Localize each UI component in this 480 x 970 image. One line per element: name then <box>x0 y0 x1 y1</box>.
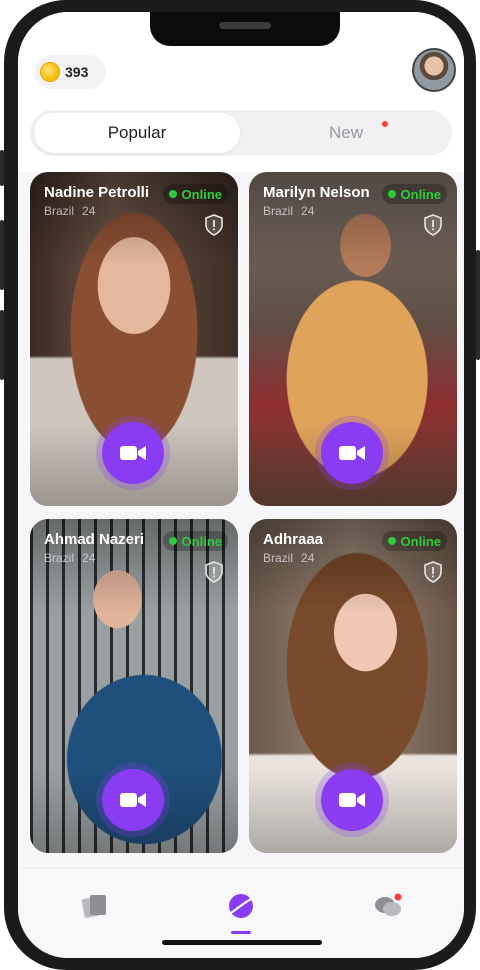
profile-age: 24 <box>82 551 96 565</box>
report-shield-icon[interactable] <box>204 214 224 236</box>
discover-icon[interactable] <box>226 891 256 921</box>
coin-count: 393 <box>65 64 89 80</box>
phone-frame: 393 Popular New Nadine Petrolli Brazil 24… <box>0 0 480 970</box>
profile-card[interactable]: Nadine Petrolli Brazil 24 Online <box>30 172 238 506</box>
profile-country: Brazil <box>263 551 294 565</box>
profile-meta: Brazil 24 <box>263 204 322 218</box>
profile-age: 24 <box>301 551 315 565</box>
video-camera-icon <box>339 793 365 807</box>
online-dot-icon <box>168 190 177 198</box>
profile-name: Adhraaa <box>263 531 324 548</box>
video-call-button[interactable] <box>321 769 383 831</box>
profile-meta: Brazil 24 <box>263 551 322 565</box>
online-status: Online <box>381 184 447 204</box>
coin-icon <box>40 62 60 82</box>
speaker <box>219 22 271 29</box>
online-status: Online <box>162 184 228 204</box>
screen: 393 Popular New Nadine Petrolli Brazil 24… <box>18 12 464 958</box>
coin-balance[interactable]: 393 <box>34 55 106 89</box>
active-tab-indicator <box>231 931 251 934</box>
profile-card[interactable]: Adhraaa Brazil 24 Online <box>249 519 457 853</box>
profile-age: 24 <box>301 204 315 218</box>
video-camera-icon <box>120 446 146 460</box>
report-shield-icon[interactable] <box>423 214 443 236</box>
online-dot-icon <box>387 190 396 198</box>
video-camera-icon <box>339 446 365 460</box>
video-camera-icon <box>120 793 146 807</box>
profile-age: 24 <box>82 204 96 218</box>
volume-up-button <box>0 220 4 290</box>
tab-switcher: Popular New <box>30 110 452 156</box>
mute-switch <box>0 150 4 186</box>
tab-popular[interactable]: Popular <box>34 113 240 153</box>
home-indicator <box>162 940 322 945</box>
report-shield-icon[interactable] <box>204 561 224 583</box>
notch <box>150 12 340 46</box>
tab-popular-label: Popular <box>107 123 167 142</box>
profile-country: Brazil <box>263 204 294 218</box>
online-dot-icon <box>387 537 396 545</box>
cards-icon[interactable] <box>80 891 110 921</box>
profile-name: Nadine Petrolli <box>44 184 150 201</box>
profile-country: Brazil <box>44 551 75 565</box>
online-status: Online <box>381 531 447 551</box>
profile-name: Marilyn Nelson <box>263 184 370 201</box>
tab-new[interactable]: New <box>244 113 448 153</box>
volume-down-button <box>0 310 4 380</box>
profile-meta: Brazil 24 <box>44 551 103 565</box>
chat-icon[interactable] <box>373 891 403 921</box>
avatar[interactable] <box>412 48 456 92</box>
report-shield-icon[interactable] <box>423 561 443 583</box>
profile-card[interactable]: Ahmad Nazeri Brazil 24 Online <box>30 519 238 853</box>
online-status: Online <box>162 531 228 551</box>
profile-meta: Brazil 24 <box>44 204 103 218</box>
tab-new-label: New <box>328 123 363 142</box>
video-call-button[interactable] <box>102 422 164 484</box>
profile-name: Ahmad Nazeri <box>44 531 145 548</box>
new-badge-dot <box>382 121 388 127</box>
profile-country: Brazil <box>44 204 75 218</box>
video-call-button[interactable] <box>102 769 164 831</box>
video-call-button[interactable] <box>321 422 383 484</box>
power-button <box>476 250 480 360</box>
profile-card[interactable]: Marilyn Nelson Brazil 24 Online <box>249 172 457 506</box>
online-dot-icon <box>168 537 177 545</box>
